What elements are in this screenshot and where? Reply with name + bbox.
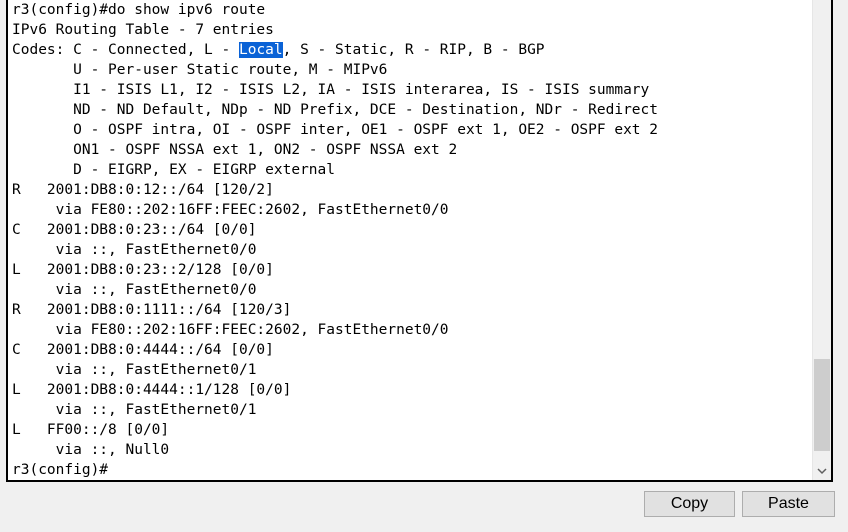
terminal-line: C 2001:DB8:0:4444::/64 [0/0] (12, 342, 274, 358)
terminal-line: O - OSPF intra, OI - OSPF inter, OE1 - O… (12, 122, 659, 138)
terminal-line: via ::, Null0 (12, 442, 170, 458)
terminal-line: R 2001:DB8:0:12::/64 [120/2] (12, 182, 274, 198)
terminal-line: ND - ND Default, NDp - ND Prefix, DCE - … (12, 102, 659, 118)
terminal-line: U - Per-user Static route, M - MIPv6 (12, 62, 388, 78)
terminal-line: via ::, FastEthernet0/0 (12, 282, 257, 298)
paste-button[interactable]: Paste (742, 491, 835, 517)
scrollbar-thumb[interactable] (814, 358, 830, 451)
terminal-line: L 2001:DB8:0:4444::1/128 [0/0] (12, 382, 292, 398)
terminal-line: via FE80::202:16FF:FEEC:2602, FastEthern… (12, 322, 449, 338)
terminal-line: r3(config)#do show ipv6 route (12, 2, 266, 18)
terminal-line: r3(config)# (12, 462, 109, 478)
terminal-line-text: Codes: C - Connected, L - (12, 42, 239, 58)
terminal-line: C 2001:DB8:0:23::/64 [0/0] (12, 222, 257, 238)
terminal-line: via FE80::202:16FF:FEEC:2602, FastEthern… (12, 202, 449, 218)
terminal-line: via ::, FastEthernet0/0 (12, 242, 257, 258)
terminal-line-text: , S - Static, R - RIP, B - BGP (282, 42, 545, 58)
terminal-output[interactable]: r3(config)#do show ipv6 route IPv6 Routin… (12, 0, 812, 482)
chevron-down-icon (817, 467, 827, 475)
terminal-line: R 2001:DB8:0:1111::/64 [120/3] (12, 302, 292, 318)
terminal-line: D - EIGRP, EX - EIGRP external (12, 162, 336, 178)
selected-text[interactable]: Local (238, 42, 283, 58)
terminal-window: r3(config)#do show ipv6 route IPv6 Routin… (6, 0, 833, 482)
scroll-down-button[interactable] (813, 462, 831, 480)
terminal-line: I1 - ISIS L1, I2 - ISIS L2, IA - ISIS in… (12, 82, 650, 98)
terminal-line: L 2001:DB8:0:23::2/128 [0/0] (12, 262, 274, 278)
terminal-line: Codes: C - Connected, L - Local, S - Sta… (12, 40, 812, 60)
terminal-line: via ::, FastEthernet0/1 (12, 362, 257, 378)
terminal-line: IPv6 Routing Table - 7 entries (12, 22, 274, 38)
copy-button[interactable]: Copy (644, 491, 735, 517)
terminal-line: via ::, FastEthernet0/1 (12, 402, 257, 418)
terminal-line: ON1 - OSPF NSSA ext 1, ON2 - OSPF NSSA e… (12, 142, 458, 158)
vertical-scrollbar[interactable] (812, 0, 831, 480)
terminal-line: L FF00::/8 [0/0] (12, 422, 170, 438)
